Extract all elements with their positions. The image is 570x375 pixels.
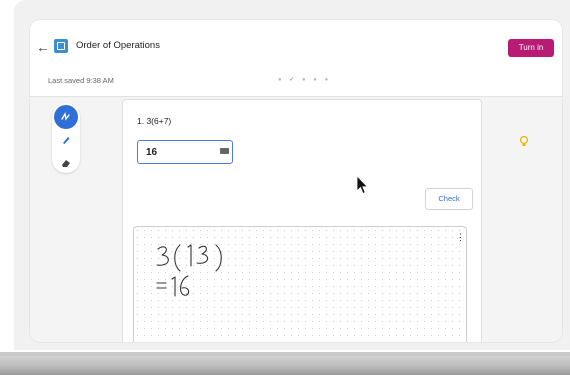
lightbulb-icon[interactable] [518,135,530,147]
arrow-left-icon[interactable]: ← [36,40,50,54]
check-button[interactable]: Check [425,188,473,210]
laptop-base [0,352,570,375]
keyboard-icon[interactable] [220,148,229,154]
app-window: ← Order of Operations Turn in Last saved… [30,20,562,342]
eraser-tool-button[interactable] [54,151,78,175]
question-text: 1. 3(6+7) [137,116,172,126]
scratch-canvas[interactable]: ⋮ [133,226,467,342]
status-bar: Last saved 9:38 AM ● ✓ ● ● ● [30,70,562,97]
answer-value: 16 [146,147,158,158]
question-card: 1. 3(6+7) 16 Check ⋮ [122,99,482,342]
workspace: 1. 3(6+7) 16 Check ⋮ [30,97,562,342]
laptop: ← Order of Operations Turn in Last saved… [0,0,570,375]
top-bar: ← Order of Operations Turn in [30,20,562,70]
assignment-icon [54,39,68,53]
last-saved-text: Last saved 9:38 AM [48,76,114,85]
pen-icon [63,137,70,144]
progress-dots: ● ✓ ● ● ● [278,77,332,83]
more-options-icon[interactable]: ⋮ [456,233,465,242]
answer-input[interactable]: 16 [137,140,233,164]
eraser-icon [62,160,70,167]
mouse-cursor [356,175,369,195]
page-title: Order of Operations [76,40,160,51]
pen-tool-button[interactable] [54,128,78,152]
handwriting-mode-icon [61,112,70,121]
tool-palette [52,103,80,173]
turn-in-button[interactable]: Turn in [508,39,554,57]
handwriting-mode-button[interactable] [54,105,78,129]
handwriting [156,244,222,297]
